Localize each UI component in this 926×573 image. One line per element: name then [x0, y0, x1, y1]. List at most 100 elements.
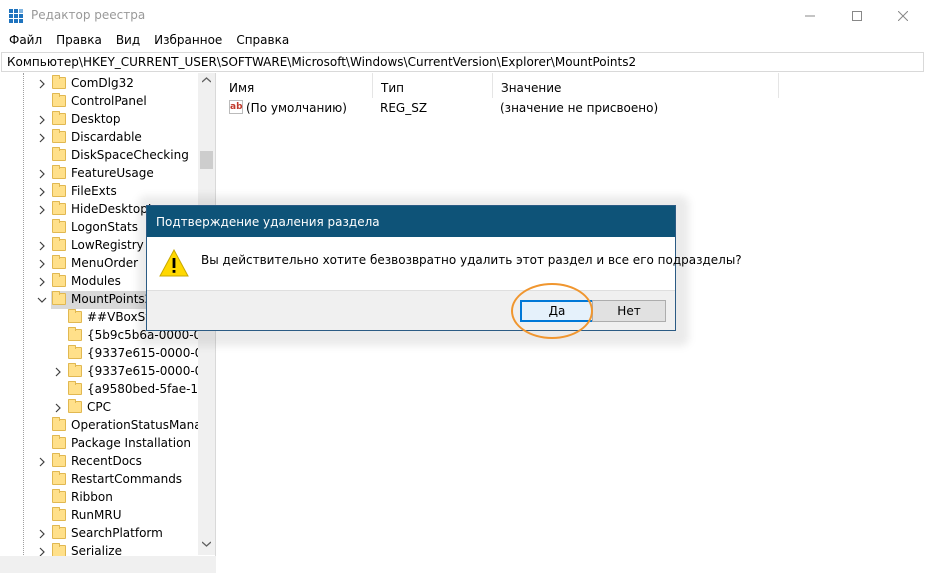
folder-icon: [52, 273, 66, 287]
dialog-footer: Да Нет: [147, 290, 675, 330]
tree-item-label: RestartCommands: [71, 472, 183, 486]
menu-file[interactable]: Файл: [2, 31, 49, 51]
maximize-button[interactable]: [834, 0, 880, 31]
folder-icon: [52, 183, 66, 197]
folder-icon: [68, 345, 82, 359]
tree-item[interactable]: DiskSpaceChecking: [0, 147, 200, 165]
folder-icon: [52, 75, 66, 89]
folder-icon: [52, 129, 66, 143]
tree-item-label: ComDlg32: [71, 76, 134, 90]
chevron-right-icon[interactable]: [37, 79, 47, 89]
folder-icon: [68, 327, 82, 341]
folder-icon: [52, 291, 66, 305]
value-row[interactable]: ab (По умолчанию) REG_SZ (значение не пр…: [221, 98, 781, 118]
tree-item[interactable]: ComDlg32: [0, 75, 200, 93]
chevron-down-icon[interactable]: [37, 295, 47, 305]
tree-item[interactable]: MountPoints2: [37, 291, 152, 309]
tree-item[interactable]: {9337e615-0000-0000: [0, 363, 215, 381]
tree-item[interactable]: Ribbon: [0, 489, 200, 507]
chevron-right-icon[interactable]: [37, 529, 47, 539]
tree-item-label: LogonStats: [71, 220, 139, 234]
chevron-right-icon[interactable]: [37, 187, 47, 197]
chevron-right-icon[interactable]: [37, 169, 47, 179]
tree-item[interactable]: RecentDocs: [0, 453, 200, 471]
tree-item-label: Modules: [71, 274, 121, 288]
tree-item-label: {9337e615-0000-0000: [87, 364, 216, 378]
window-title: Редактор реестра: [31, 8, 146, 22]
value-name: (По умолчанию): [246, 101, 347, 115]
address-bar[interactable]: Компьютер\HKEY_CURRENT_USER\SOFTWARE\Mic…: [1, 52, 924, 72]
tree-item-label: Package Installation: [71, 436, 192, 450]
chevron-right-icon[interactable]: [37, 277, 47, 287]
folder-icon: [52, 489, 66, 503]
tree-item[interactable]: FeatureUsage: [0, 165, 200, 183]
chevron-right-icon[interactable]: [37, 259, 47, 269]
tree-item[interactable]: Discardable: [0, 129, 200, 147]
menu-view[interactable]: Вид: [109, 31, 147, 51]
chevron-right-icon[interactable]: [37, 115, 47, 125]
tree-item-label: FeatureUsage: [71, 166, 154, 180]
menu-edit[interactable]: Правка: [49, 31, 109, 51]
column-name[interactable]: Имя: [221, 73, 373, 98]
maximize-icon: [852, 10, 862, 21]
folder-icon: [52, 93, 66, 107]
tree-item[interactable]: CPC: [0, 399, 200, 417]
folder-icon: [52, 111, 66, 125]
dialog-title: Подтверждение удаления раздела: [147, 206, 675, 237]
scroll-up-icon[interactable]: [202, 77, 211, 83]
folder-icon: [52, 201, 66, 215]
dialog-message: Вы действительно хотите безвозвратно уда…: [201, 253, 742, 267]
tree-bottom-strip: [0, 556, 216, 573]
tree-item[interactable]: OperationStatusManage: [0, 417, 215, 435]
tree-item-label: Discardable: [71, 130, 142, 144]
close-button[interactable]: [880, 0, 926, 31]
tree-item-label: {9337e615-0000-0000: [87, 346, 216, 360]
registry-editor-icon: [9, 9, 23, 23]
tree-item-label: FileExts: [71, 184, 117, 198]
tree-item-label: Desktop: [71, 112, 121, 126]
column-data[interactable]: Значение: [493, 73, 779, 98]
chevron-right-icon[interactable]: [37, 241, 47, 251]
value-data: (значение не присвоено): [500, 101, 659, 115]
tree-item-label: OperationStatusManage: [71, 418, 216, 432]
tree-item-label: LowRegistry: [71, 238, 144, 252]
folder-icon: [52, 435, 66, 449]
dialog-body: Вы действительно хотите безвозвратно уда…: [147, 237, 742, 290]
tree-item-label: {a9580bed-5fae-11eb: [87, 382, 216, 396]
chevron-right-icon[interactable]: [37, 205, 47, 215]
tree-item[interactable]: SearchPlatform: [0, 525, 200, 543]
menu-help[interactable]: Справка: [229, 31, 296, 51]
column-type[interactable]: Тип: [373, 73, 493, 98]
menu-favorites[interactable]: Избранное: [147, 31, 229, 51]
tree-item[interactable]: Desktop: [0, 111, 200, 129]
folder-icon: [52, 147, 66, 161]
chevron-right-icon[interactable]: [53, 367, 63, 377]
title-bar: Редактор реестра: [0, 0, 926, 31]
tree-item-label: MenuOrder: [71, 256, 139, 270]
tree-item[interactable]: Package Installation: [0, 435, 200, 453]
tree-item[interactable]: {9337e615-0000-0000: [0, 345, 215, 363]
chevron-right-icon[interactable]: [37, 457, 47, 467]
folder-icon: [52, 507, 66, 521]
folder-icon: [52, 255, 66, 269]
tree-item-label: ControlPanel: [71, 94, 147, 108]
folder-icon: [52, 417, 66, 431]
no-button[interactable]: Нет: [592, 300, 666, 322]
scroll-down-icon[interactable]: [202, 541, 211, 547]
tree-item[interactable]: RestartCommands: [0, 471, 200, 489]
folder-icon: [52, 525, 66, 539]
minimize-button[interactable]: [787, 0, 833, 31]
value-type: REG_SZ: [380, 101, 428, 115]
minimize-icon: [805, 15, 815, 16]
chevron-right-icon[interactable]: [37, 133, 47, 143]
tree-item[interactable]: ControlPanel: [0, 93, 200, 111]
folder-icon: [68, 363, 82, 377]
folder-icon: [68, 381, 82, 395]
folder-icon: [68, 309, 82, 323]
folder-icon: [52, 237, 66, 251]
chevron-right-icon[interactable]: [53, 403, 63, 413]
scroll-thumb[interactable]: [200, 151, 213, 169]
tree-item[interactable]: RunMRU: [0, 507, 200, 525]
folder-icon: [52, 219, 66, 233]
tree-item[interactable]: {a9580bed-5fae-11eb: [0, 381, 215, 399]
